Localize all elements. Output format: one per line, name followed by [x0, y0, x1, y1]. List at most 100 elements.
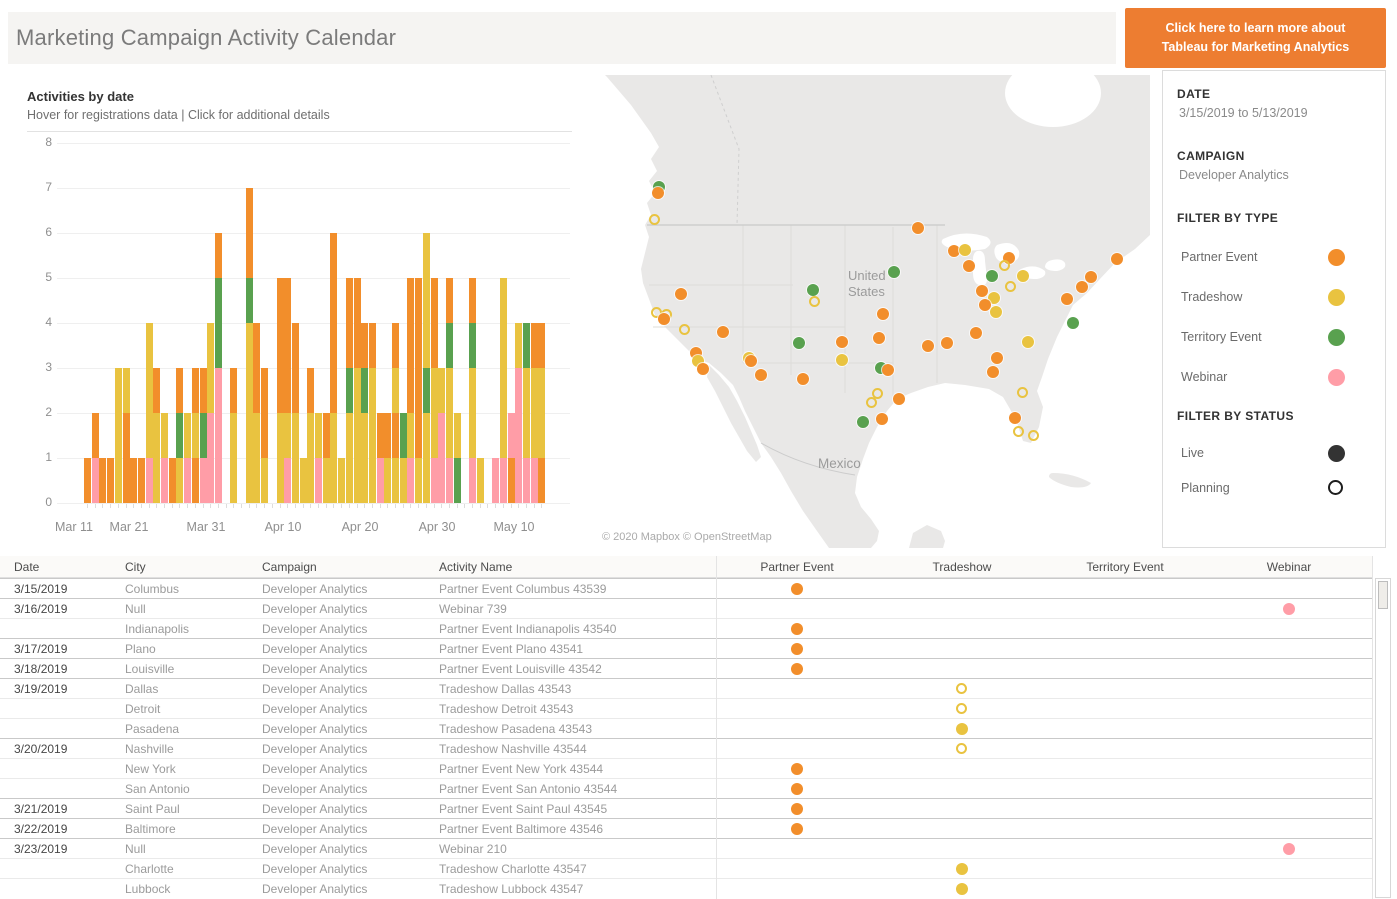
bar-segment-4/7[interactable] — [261, 458, 268, 503]
bar-segment-4/24[interactable] — [392, 413, 399, 458]
bar-segment-4/6[interactable] — [253, 323, 260, 413]
bar-segment-4/13[interactable] — [307, 368, 314, 413]
bar-segment-3/29[interactable] — [192, 458, 199, 503]
table-row[interactable]: 3/22/2019BaltimoreDeveloper AnalyticsPar… — [0, 818, 1372, 838]
map-marker-partner-live[interactable] — [1111, 253, 1123, 265]
map-marker-partner-live[interactable] — [797, 373, 809, 385]
bar-segment-5/2[interactable] — [454, 458, 461, 503]
bar-segment-3/24[interactable] — [153, 368, 160, 413]
bar-segment-5/12[interactable] — [531, 368, 538, 458]
map-marker-partner-live[interactable] — [912, 222, 924, 234]
map-marker-territory-live[interactable] — [1067, 317, 1079, 329]
bar-segment-3/28[interactable] — [184, 458, 191, 503]
activity-dot-partner-live[interactable] — [791, 663, 803, 675]
map-marker-partner-live[interactable] — [1085, 271, 1097, 283]
bar-segment-4/16[interactable] — [330, 413, 337, 503]
type-filter-partner[interactable]: Partner Event — [1163, 247, 1387, 269]
bar-segment-4/5[interactable] — [246, 188, 253, 278]
map-marker-partner-live[interactable] — [893, 393, 905, 405]
map-marker-tradeshow-planning[interactable] — [1013, 426, 1024, 437]
map-marker-tradeshow-live[interactable] — [836, 354, 848, 366]
type-filter-webinar[interactable]: Webinar — [1163, 367, 1387, 389]
map-marker-partner-live[interactable] — [970, 327, 982, 339]
bar-segment-4/10[interactable] — [284, 278, 291, 413]
bar-segment-5/2[interactable] — [454, 413, 461, 458]
bar-segment-3/18[interactable] — [107, 458, 114, 503]
map-marker-tradeshow-live[interactable] — [1022, 336, 1034, 348]
bar-segment-5/4[interactable] — [469, 368, 476, 458]
map-marker-partner-live[interactable] — [1061, 293, 1073, 305]
bar-segment-3/22[interactable] — [138, 458, 145, 503]
column-header-webinar[interactable]: Webinar — [1219, 560, 1359, 574]
column-header-activity-name[interactable]: Activity Name — [439, 560, 512, 574]
table-row[interactable]: PasadenaDeveloper AnalyticsTradeshow Pas… — [0, 718, 1372, 738]
bar-segment-5/1[interactable] — [446, 368, 453, 458]
bar-segment-4/16[interactable] — [330, 233, 337, 413]
map-marker-partner-live[interactable] — [963, 260, 975, 272]
bar-segment-3/30[interactable] — [200, 368, 207, 413]
map-marker-partner-live[interactable] — [882, 364, 894, 376]
bar-segment-3/27[interactable] — [176, 458, 183, 503]
bar-segment-4/28[interactable] — [423, 413, 430, 503]
bar-segment-4/10[interactable] — [284, 458, 291, 503]
activity-dot-webinar-live[interactable] — [1283, 603, 1295, 615]
bar-segment-4/23[interactable] — [384, 458, 391, 503]
bar-segment-4/26[interactable] — [407, 413, 414, 458]
table-row[interactable]: DetroitDeveloper AnalyticsTradeshow Detr… — [0, 698, 1372, 718]
bar-segment-5/5[interactable] — [477, 458, 484, 503]
bar-segment-5/8[interactable] — [500, 458, 507, 503]
map-marker-partner-live[interactable] — [675, 288, 687, 300]
bar-segment-4/14[interactable] — [315, 413, 322, 458]
bar-segment-5/9[interactable] — [508, 413, 515, 458]
bar-segment-4/3[interactable] — [230, 368, 237, 413]
bar-segment-4/23[interactable] — [384, 413, 391, 458]
bar-segment-5/11[interactable] — [523, 458, 530, 503]
map-marker-partner-live[interactable] — [717, 326, 729, 338]
activity-dot-tradeshow-planning[interactable] — [956, 703, 967, 714]
table-row[interactable]: San AntonioDeveloper AnalyticsPartner Ev… — [0, 778, 1372, 798]
map-marker-partner-live[interactable] — [941, 337, 953, 349]
bar-segment-4/18[interactable] — [346, 368, 353, 413]
bar-segment-4/24[interactable] — [392, 458, 399, 503]
bar-segment-4/5[interactable] — [246, 278, 253, 323]
bar-segment-4/27[interactable] — [415, 458, 422, 503]
map-marker-partner-live[interactable] — [1076, 281, 1088, 293]
column-header-date[interactable]: Date — [14, 560, 39, 574]
map-marker-tradeshow-live[interactable] — [990, 306, 1002, 318]
bar-segment-4/24[interactable] — [392, 323, 399, 368]
bar-segment-4/19[interactable] — [354, 368, 361, 503]
activity-dot-partner-live[interactable] — [791, 783, 803, 795]
map-marker-partner-live[interactable] — [745, 355, 757, 367]
activity-dot-tradeshow-live[interactable] — [956, 863, 968, 875]
bar-segment-4/7[interactable] — [261, 368, 268, 458]
column-header-campaign[interactable]: Campaign — [262, 560, 317, 574]
bar-segment-5/7[interactable] — [492, 458, 499, 503]
map-marker-partner-live[interactable] — [877, 308, 889, 320]
map-marker-partner-live[interactable] — [697, 363, 709, 375]
bar-segment-3/21[interactable] — [130, 458, 137, 503]
bar-segment-5/11[interactable] — [523, 368, 530, 458]
bar-segment-4/21[interactable] — [369, 368, 376, 503]
activity-dot-webinar-live[interactable] — [1283, 843, 1295, 855]
type-filter-territory[interactable]: Territory Event — [1163, 327, 1387, 349]
bar-segment-4/19[interactable] — [354, 278, 361, 368]
column-header-territory-event[interactable]: Territory Event — [1055, 560, 1195, 574]
bar-segment-4/1[interactable] — [215, 278, 222, 368]
activity-dot-partner-live[interactable] — [791, 623, 803, 635]
map-marker-tradeshow-live[interactable] — [1017, 270, 1029, 282]
activity-dot-tradeshow-planning[interactable] — [956, 743, 967, 754]
bar-segment-4/30[interactable] — [438, 413, 445, 503]
bar-segment-4/17[interactable] — [338, 458, 345, 503]
column-header-city[interactable]: City — [125, 560, 146, 574]
bar-segment-4/29[interactable] — [431, 278, 438, 368]
bar-segment-4/10[interactable] — [284, 413, 291, 458]
bar-segment-4/11[interactable] — [292, 413, 299, 503]
bar-segment-3/29[interactable] — [192, 368, 199, 413]
table-row[interactable]: LubbockDeveloper AnalyticsTradeshow Lubb… — [0, 878, 1372, 898]
bar-segment-4/12[interactable] — [300, 458, 307, 503]
bar-segment-3/16[interactable] — [92, 458, 99, 503]
bar-segment-3/24[interactable] — [153, 413, 160, 503]
bar-segment-4/15[interactable] — [323, 458, 330, 503]
bar-segment-5/9[interactable] — [508, 458, 515, 503]
bar-segment-4/22[interactable] — [377, 413, 384, 458]
